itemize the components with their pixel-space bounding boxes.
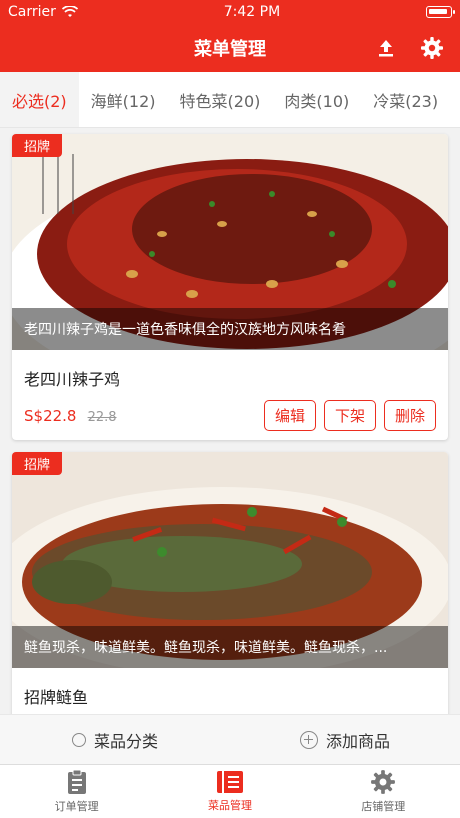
tabbar-label: 店铺管理: [361, 800, 406, 813]
plus-circle-icon: [299, 730, 318, 749]
action-bar: 菜品分类 添加商品: [0, 714, 460, 764]
tabbar-label: 订单管理: [54, 800, 99, 813]
navbar: 菜单管理: [0, 24, 460, 72]
tab-cold-dishes[interactable]: 冷菜(23): [361, 72, 450, 127]
delete-button[interactable]: 删除: [383, 400, 436, 431]
tab-vegetables[interactable]: 蔬: [450, 72, 460, 127]
unlist-button[interactable]: 下架: [323, 400, 376, 431]
gear-icon: [371, 770, 396, 794]
clock: 7:42 PM: [223, 4, 281, 20]
battery-icon: [426, 6, 455, 18]
carrier-label: Carrier: [8, 4, 56, 20]
tab-meat[interactable]: 肉类(10): [272, 72, 361, 127]
tabbar-item-store[interactable]: 店铺管理: [307, 765, 460, 818]
dish-name: 老四川辣子鸡: [24, 370, 121, 389]
edit-button[interactable]: 编辑: [263, 400, 316, 431]
dish-price: S$22.8: [24, 407, 77, 425]
dish-caption: 鲢鱼现杀，味道鲜美。鲢鱼现杀，味道鲜美。鲢鱼现杀，...: [12, 626, 448, 668]
dish-photo: 招牌 鲢鱼现杀，味道鲜美。鲢鱼现杀，味道鲜美。鲢鱼现杀，...: [12, 452, 448, 668]
status-bar: Carrier 7:42 PM: [0, 0, 460, 24]
tabbar-item-orders[interactable]: 订单管理: [0, 765, 153, 818]
add-item-label: 添加商品: [325, 731, 390, 751]
tabbar-item-menu[interactable]: 菜品管理: [153, 765, 306, 818]
dish-caption: 老四川辣子鸡是一道色香味俱全的汉族地方风味名肴: [12, 308, 448, 350]
featured-tag: 招牌: [12, 452, 63, 475]
dish-photo: 招牌 老四川辣子鸡是一道色香味俱全的汉族地方风味名肴: [12, 134, 448, 350]
gear-icon[interactable]: [418, 34, 446, 62]
category-button[interactable]: 菜品分类: [0, 715, 230, 764]
tab-required[interactable]: 必选(2): [0, 72, 79, 127]
tab-bar: 订单管理 菜品管理 店铺管理: [0, 764, 460, 818]
tab-seafood[interactable]: 海鲜(12): [79, 72, 168, 127]
dish-old-price: 22.8: [87, 410, 117, 425]
radio-icon: [71, 732, 86, 747]
header: Carrier 7:42 PM 菜单管理: [0, 0, 460, 72]
menu-icon: [216, 771, 243, 793]
featured-tag: 招牌: [12, 134, 63, 157]
upload-icon[interactable]: [372, 34, 400, 62]
clipboard-icon: [67, 769, 86, 794]
page-title: 菜单管理: [194, 39, 266, 60]
category-tabs: 必选(2) 海鲜(12) 特色菜(20) 肉类(10) 冷菜(23) 蔬: [0, 72, 460, 128]
category-label: 菜品分类: [93, 731, 158, 751]
tab-specialty[interactable]: 特色菜(20): [168, 72, 273, 127]
add-item-button[interactable]: 添加商品: [230, 715, 460, 764]
dish-card[interactable]: 招牌 鲢鱼现杀，味道鲜美。鲢鱼现杀，味道鲜美。鲢鱼现杀，... 招牌鲢鱼: [12, 452, 448, 714]
dish-name: 招牌鲢鱼: [24, 688, 89, 707]
tabbar-label: 菜品管理: [207, 799, 252, 812]
wifi-icon: [61, 6, 78, 17]
dish-list: 招牌 老四川辣子鸡是一道色香味俱全的汉族地方风味名肴 老四川辣子鸡 S$22.8…: [0, 128, 460, 714]
dish-card[interactable]: 招牌 老四川辣子鸡是一道色香味俱全的汉族地方风味名肴 老四川辣子鸡 S$22.8…: [12, 134, 448, 440]
